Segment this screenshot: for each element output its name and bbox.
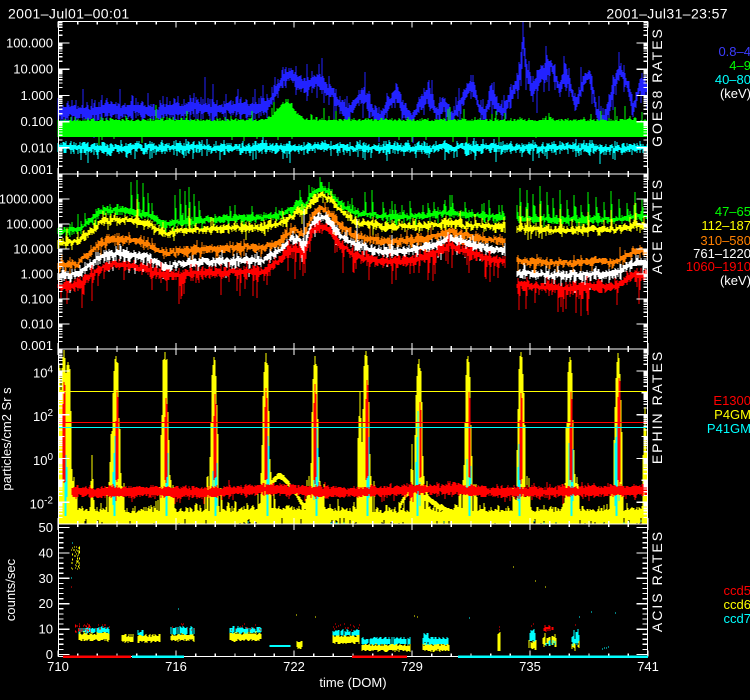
svg-text:ACE RATES: ACE RATES	[649, 178, 665, 274]
svg-text:time (DOM): time (DOM)	[319, 675, 386, 690]
svg-text:2001–Jul01–00:01: 2001–Jul01–00:01	[8, 6, 130, 22]
svg-text:ccd7: ccd7	[724, 611, 750, 626]
svg-text:GOES8 RATES: GOES8 RATES	[649, 27, 665, 147]
svg-text:(keV): (keV)	[720, 86, 750, 101]
svg-text:ACIS RATES: ACIS RATES	[649, 530, 665, 632]
svg-text:0.001: 0.001	[20, 338, 53, 353]
svg-text:10.000: 10.000	[13, 62, 53, 77]
svg-text:10.000: 10.000	[13, 242, 53, 257]
svg-text:P41GM: P41GM	[707, 421, 750, 436]
svg-text:722: 722	[283, 659, 305, 674]
svg-text:particles/cm2 Sr s: particles/cm2 Sr s	[0, 387, 14, 491]
svg-text:2001–Jul31–23:57: 2001–Jul31–23:57	[606, 6, 728, 22]
svg-text:0.100: 0.100	[20, 292, 53, 307]
svg-text:30: 30	[39, 571, 53, 586]
svg-text:100.000: 100.000	[6, 217, 53, 232]
svg-text:47–65: 47–65	[715, 204, 750, 219]
svg-text:4–9: 4–9	[729, 58, 750, 73]
svg-text:1000.000: 1000.000	[0, 192, 53, 207]
svg-text:1060–1910: 1060–1910	[686, 259, 750, 274]
svg-text:112–187: 112–187	[701, 218, 750, 233]
svg-text:E1300: E1300	[713, 393, 750, 408]
svg-text:40: 40	[39, 545, 53, 560]
svg-text:710: 710	[47, 659, 69, 674]
svg-text:10: 10	[39, 622, 53, 637]
svg-text:P4GM: P4GM	[714, 407, 750, 422]
svg-text:735: 735	[519, 659, 541, 674]
svg-text:20: 20	[39, 596, 53, 611]
svg-text:1.000: 1.000	[20, 267, 53, 282]
svg-text:0.010: 0.010	[20, 317, 53, 332]
svg-text:EPHIN RATES: EPHIN RATES	[649, 350, 665, 464]
svg-text:0.001: 0.001	[20, 162, 53, 177]
svg-text:716: 716	[165, 659, 187, 674]
svg-text:ccd5: ccd5	[724, 583, 750, 598]
svg-text:0.010: 0.010	[20, 140, 53, 155]
svg-text:(keV): (keV)	[720, 273, 750, 288]
svg-text:50: 50	[39, 520, 53, 535]
svg-text:counts/sec: counts/sec	[3, 558, 18, 621]
svg-text:ccd6: ccd6	[724, 597, 750, 612]
svg-text:40–80: 40–80	[715, 72, 750, 87]
svg-text:1.000: 1.000	[20, 88, 53, 103]
svg-text:0.100: 0.100	[20, 114, 53, 129]
svg-text:741: 741	[637, 659, 659, 674]
svg-text:729: 729	[401, 659, 423, 674]
svg-text:100.000: 100.000	[6, 36, 53, 51]
svg-text:0.8–4: 0.8–4	[718, 44, 750, 59]
